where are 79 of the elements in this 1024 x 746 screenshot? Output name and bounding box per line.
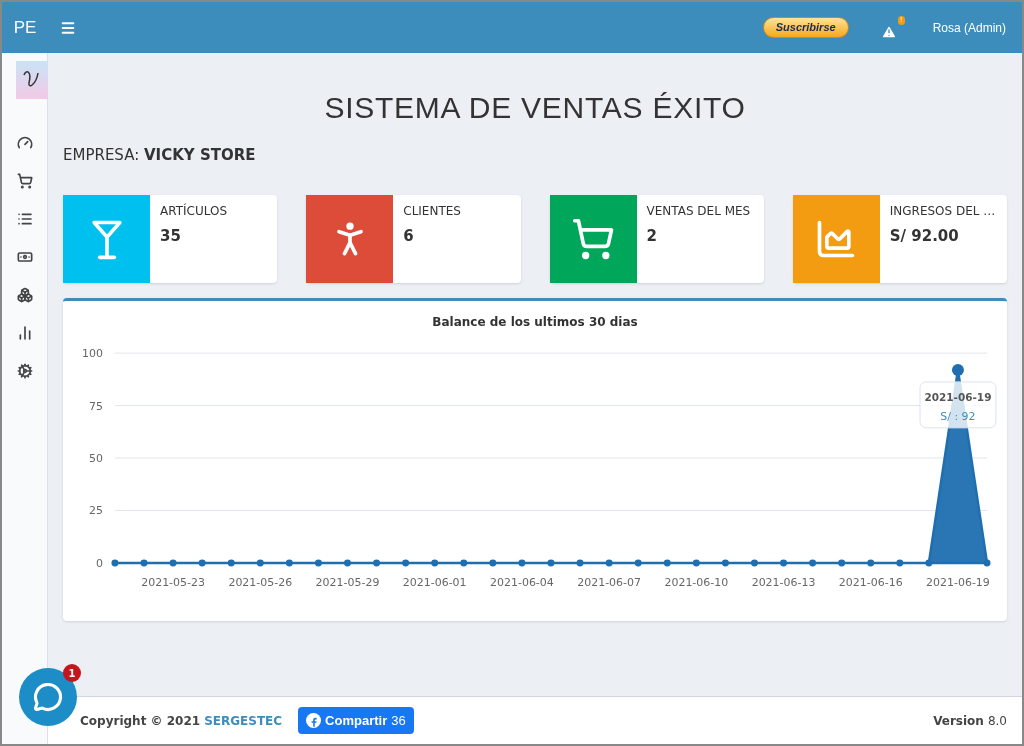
stat-value: 6 (403, 225, 415, 247)
cart-icon[interactable] (16, 173, 33, 189)
data-point (344, 558, 351, 566)
gear-icon[interactable] (16, 363, 33, 379)
brand-logo[interactable]: PE (2, 14, 48, 41)
chart-tooltip: 2021-06-19 S/ : 92 (919, 380, 997, 428)
y-tick-label: 50 (89, 451, 103, 465)
x-tick-label: 2021-05-23 (141, 575, 205, 589)
data-point (198, 558, 206, 566)
data-point (169, 558, 177, 566)
y-tick-label: 75 (89, 399, 103, 413)
data-point (692, 558, 700, 566)
chart-title: Balance de los ultimos 30 dias (431, 313, 639, 331)
data-point (925, 558, 933, 566)
user-menu[interactable]: Rosa (Admin) (932, 18, 1006, 37)
data-point (227, 558, 235, 566)
stat-label: INGRESOS DEL … (889, 202, 996, 220)
data-point (489, 558, 497, 566)
data-point (867, 558, 875, 566)
x-tick-label: 2021-06-04 (490, 575, 554, 589)
data-point (140, 558, 148, 566)
data-point (838, 558, 846, 566)
data-point (373, 558, 381, 566)
data-point (780, 558, 788, 566)
company-link[interactable]: SERGESTEC (204, 711, 283, 730)
stat-label: CLIENTES (403, 202, 461, 220)
x-tick-label: 2021-06-13 (751, 575, 816, 589)
data-point (256, 558, 264, 566)
data-point (111, 558, 119, 566)
x-tick-label: 2021-05-26 (228, 575, 293, 589)
data-point (951, 363, 964, 376)
y-tick-label: 25 (89, 503, 103, 517)
copyright-text: Copyright © 2021 (80, 712, 201, 730)
gauge-icon[interactable] (16, 135, 33, 151)
stat-value: S/ 92.00 (889, 225, 960, 247)
x-tick-label: 2021-06-16 (838, 575, 903, 589)
chat-bubble-icon (33, 682, 63, 712)
data-point (518, 558, 526, 566)
data-point (896, 558, 904, 566)
data-point (663, 558, 671, 566)
page-title: SISTEMA DE VENTAS ÉXITO (323, 90, 747, 126)
boxes-icon[interactable] (16, 287, 33, 303)
subscribe-button[interactable]: Suscribirse (762, 17, 849, 38)
data-point (750, 558, 758, 566)
facebook-icon (306, 713, 322, 728)
data-point (402, 558, 410, 566)
list-icon[interactable] (16, 211, 33, 227)
data-point (460, 558, 468, 566)
banknote-icon[interactable] (16, 249, 33, 265)
data-point (809, 558, 817, 566)
stat-value: 35 (160, 225, 182, 247)
x-tick-label: 2021-06-07 (577, 575, 641, 589)
x-tick-label: 2021-05-29 (315, 575, 380, 589)
company-name: VICKY STORE (144, 146, 256, 164)
stat-label: VENTAS DEL MES (646, 202, 751, 220)
y-tick-label: 0 (95, 556, 103, 570)
data-point (285, 558, 293, 566)
company-label: EMPRESA: (63, 146, 141, 164)
data-point (983, 558, 991, 566)
y-tick-label: 100 (82, 346, 103, 360)
x-tick-label: 2021-06-10 (664, 575, 729, 589)
chat-badge: 1 (63, 664, 81, 682)
version-label: Version (933, 712, 984, 730)
x-tick-label: 2021-06-01 (402, 575, 467, 589)
warning-icon (880, 23, 897, 40)
stat-label: ARTÍCULOS (160, 202, 228, 220)
data-point (634, 558, 642, 566)
stat-value: 2 (646, 225, 658, 247)
data-point (547, 558, 555, 566)
data-point (314, 558, 322, 566)
share-button[interactable]: Compartir 36 (298, 706, 414, 735)
version-number: 8.0 (987, 712, 1007, 730)
data-point (576, 558, 584, 566)
data-point (605, 558, 613, 566)
menu-toggle-icon[interactable] (60, 19, 76, 36)
cart-icon (571, 216, 615, 261)
data-point (721, 558, 729, 566)
x-tick-label: 2021-06-19 (926, 575, 990, 589)
data-point (431, 558, 439, 566)
